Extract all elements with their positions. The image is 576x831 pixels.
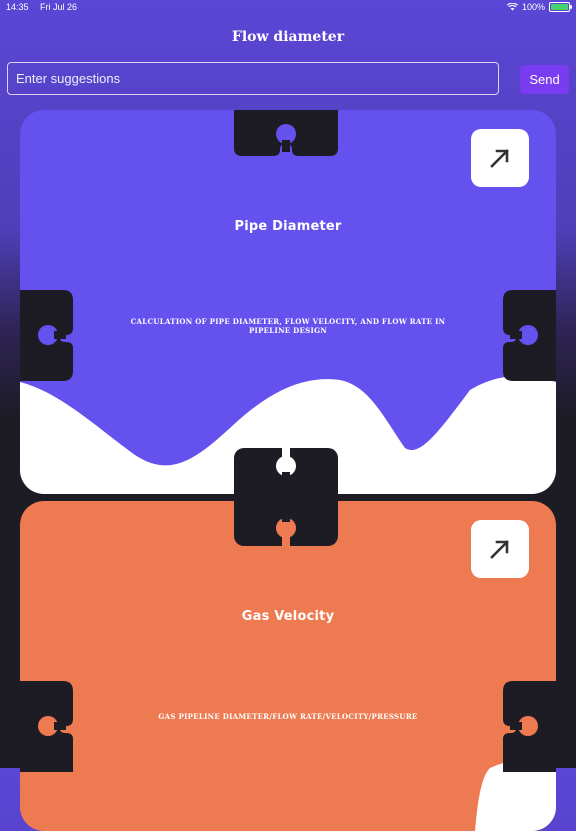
arrow-up-right-icon (490, 540, 509, 559)
card-description: Calculation of pipe diameter, flow veloc… (130, 317, 446, 335)
wifi-icon (506, 3, 518, 11)
page-title: Flow diameter (231, 29, 345, 45)
puzzle-connector-right-2 (503, 681, 556, 772)
puzzle-connector-left-2 (20, 681, 73, 772)
puzzle-connector-middle (234, 448, 338, 546)
open-gas-velocity-button[interactable] (471, 520, 529, 578)
battery-percent: 100% (521, 2, 545, 12)
open-pipe-diameter-button[interactable] (471, 129, 529, 187)
suggestions-input[interactable] (7, 62, 499, 95)
puzzle-connector-right (503, 290, 556, 381)
send-button[interactable]: Send (520, 65, 569, 94)
card-description: Gas pipeline diameter/flow rate/velocity… (158, 712, 418, 721)
status-date: Fri Jul 26 (40, 2, 78, 12)
arrow-up-right-icon (490, 149, 509, 168)
pipe-diameter-card[interactable]: Pipe Diameter Calculation of pipe diamet… (20, 110, 556, 494)
gas-velocity-card[interactable]: Gas Velocity Gas pipeline diameter/flow … (20, 501, 556, 831)
battery-icon (549, 2, 572, 12)
status-time: 14:35 (6, 2, 29, 12)
status-bar: 14:35 Fri Jul 26 100% (0, 0, 576, 14)
card-title: Gas Velocity (241, 609, 335, 624)
card-title: Pipe Diameter (234, 219, 342, 234)
puzzle-connector-top (234, 110, 338, 156)
puzzle-connector-left (20, 290, 73, 381)
